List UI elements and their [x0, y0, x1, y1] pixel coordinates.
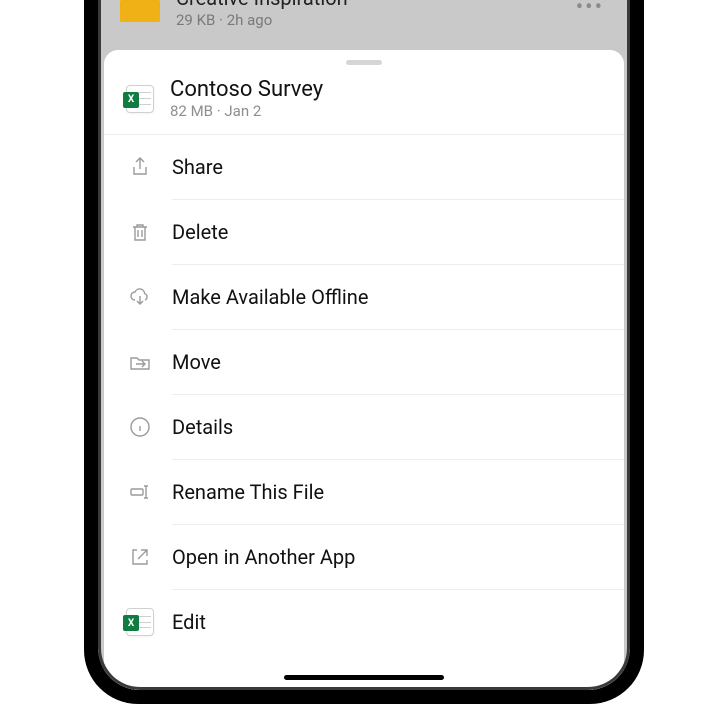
- action-label: Make Available Offline: [172, 285, 602, 309]
- sheet-file-header: X Contoso Survey 82 MB · Jan 2: [104, 71, 624, 135]
- file-name: Contoso Survey: [170, 77, 602, 102]
- background-file-row[interactable]: Creative Inspiration 29 KB · 2h ago •••: [98, 0, 630, 50]
- excel-file-icon: X: [126, 85, 154, 113]
- home-indicator[interactable]: [284, 675, 444, 680]
- action-label: Open in Another App: [172, 545, 602, 569]
- move-folder-icon: [126, 348, 154, 376]
- action-label: Delete: [172, 220, 602, 244]
- share-action[interactable]: Share: [104, 135, 624, 199]
- cloud-download-icon: [126, 283, 154, 311]
- details-action[interactable]: Details: [104, 395, 624, 459]
- file-meta: 82 MB · Jan 2: [170, 102, 602, 120]
- more-options-icon[interactable]: •••: [576, 0, 608, 20]
- share-icon: [126, 153, 154, 181]
- make-offline-action[interactable]: Make Available Offline: [104, 265, 624, 329]
- background-file-text: Creative Inspiration 29 KB · 2h ago: [176, 0, 560, 29]
- sheet-grabber[interactable]: [346, 60, 382, 65]
- action-label: Share: [172, 155, 602, 179]
- excel-app-icon: X: [126, 608, 154, 636]
- delete-action[interactable]: Delete: [104, 200, 624, 264]
- actions-list: Share Delete Make Available Offline: [104, 135, 624, 690]
- trash-icon: [126, 218, 154, 246]
- action-label: Edit: [172, 610, 602, 634]
- open-external-icon: [126, 543, 154, 571]
- action-label: Rename This File: [172, 480, 602, 504]
- action-label: Move: [172, 350, 602, 374]
- edit-action[interactable]: X Edit: [104, 590, 624, 654]
- background-file-meta: 29 KB · 2h ago: [176, 11, 560, 29]
- move-action[interactable]: Move: [104, 330, 624, 394]
- rename-action[interactable]: Rename This File: [104, 460, 624, 524]
- background-file-name: Creative Inspiration: [176, 0, 560, 10]
- info-icon: [126, 413, 154, 441]
- open-external-action[interactable]: Open in Another App: [104, 525, 624, 589]
- action-label: Details: [172, 415, 602, 439]
- rename-icon: [126, 478, 154, 506]
- folder-icon: [120, 0, 160, 24]
- phone-screen: Creative Inspiration 29 KB · 2h ago ••• …: [98, 0, 630, 690]
- action-sheet: X Contoso Survey 82 MB · Jan 2 Share: [104, 50, 624, 690]
- phone-frame: Creative Inspiration 29 KB · 2h ago ••• …: [84, 0, 644, 704]
